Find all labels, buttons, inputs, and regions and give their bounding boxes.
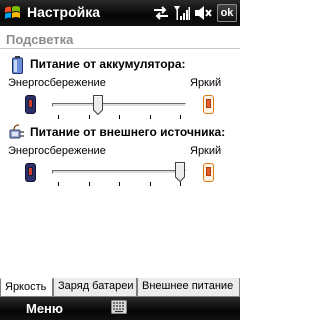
slider-tick — [58, 182, 59, 186]
slider-tick — [58, 115, 59, 119]
network-sync-icon[interactable] — [152, 5, 170, 21]
slider-tick — [89, 115, 90, 119]
menu-bar: Меню — [0, 297, 240, 320]
slider-thumb[interactable] — [93, 95, 103, 115]
divider — [0, 48, 240, 49]
battery-high-label: Яркий — [190, 77, 222, 89]
slider-track[interactable] — [52, 170, 186, 174]
battery-low-label: Энергосбережение — [8, 77, 106, 89]
windows-start-icon[interactable] — [3, 4, 22, 23]
slider-thumb[interactable] — [175, 162, 185, 182]
app-title: Настройка — [27, 4, 101, 20]
speaker-muted-icon[interactable] — [194, 5, 212, 21]
signal-strength-icon[interactable] — [173, 5, 190, 21]
tab-external-power[interactable]: Внешнее питание — [137, 278, 240, 297]
title-bar: Настройка ok — [0, 0, 240, 26]
power-plug-icon — [9, 124, 24, 139]
slider-tick — [180, 115, 181, 119]
external-power-title: Питание от внешнего источника: — [30, 125, 226, 139]
slider-tick — [119, 182, 120, 186]
external-low-label: Энергосбережение — [8, 145, 106, 157]
slider-tick — [89, 182, 90, 186]
page-title: Подсветка — [6, 32, 74, 47]
tab-battery-charge[interactable]: Заряд батареи — [53, 278, 137, 297]
menu-button[interactable]: Меню — [26, 301, 63, 316]
battery-icon — [12, 56, 23, 74]
slider-track[interactable] — [52, 103, 186, 107]
battery-brightness-slider[interactable] — [52, 95, 186, 125]
slider-tick — [150, 115, 151, 119]
phone-dim-icon — [25, 163, 36, 182]
external-brightness-slider[interactable] — [52, 162, 186, 192]
battery-power-title: Питание от аккумулятора: — [30, 57, 186, 71]
slider-tick — [150, 182, 151, 186]
tab-brightness[interactable]: Яркость — [0, 278, 53, 297]
keyboard-icon[interactable] — [111, 300, 127, 314]
phone-dim-icon — [25, 95, 36, 114]
ok-button[interactable]: ok — [217, 4, 237, 22]
tab-bar: Яркость Заряд батареи Внешнее питание — [0, 278, 240, 297]
phone-bright-icon — [203, 95, 214, 114]
slider-tick — [180, 182, 181, 186]
slider-tick — [119, 115, 120, 119]
phone-bright-icon — [203, 163, 214, 182]
external-high-label: Яркий — [190, 145, 222, 157]
